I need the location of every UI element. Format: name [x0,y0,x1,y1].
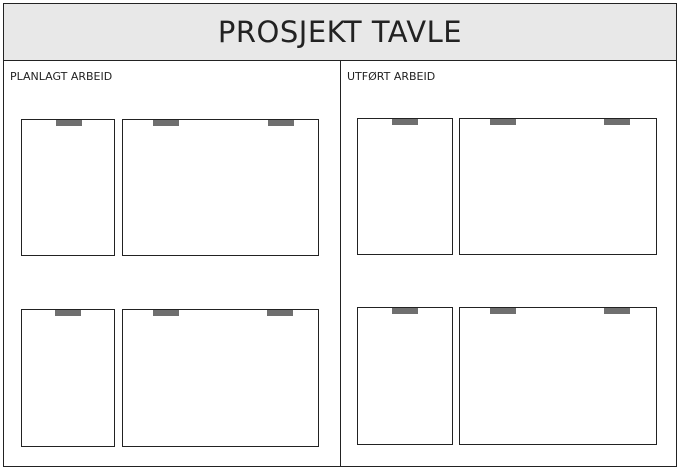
card-clip [153,310,179,316]
planned-card-small-top [21,119,115,256]
board-title: PROSJEKT TAVLE [217,15,463,49]
card-clip [604,119,630,125]
done-card-small-bottom [357,307,453,445]
done-card-wide-top [459,118,657,255]
done-card-wide-bottom [459,307,657,445]
card-clip [490,308,516,314]
column-label-done: UTFØRT ARBEID [347,70,436,83]
column-label-planned: PLANLAGT ARBEID [10,70,113,83]
column-divider [340,61,341,466]
card-clip [604,308,630,314]
card-clip [392,119,418,125]
card-clip [267,310,293,316]
planned-card-small-bottom [21,309,115,447]
planned-card-wide-bottom [122,309,319,447]
card-clip [56,120,82,126]
title-bar: PROSJEKT TAVLE [4,4,676,61]
card-clip [268,120,294,126]
card-clip [55,310,81,316]
done-card-small-top [357,118,453,255]
card-clip [153,120,179,126]
planned-card-wide-top [122,119,319,256]
project-board: PROSJEKT TAVLE PLANLAGT ARBEID UTFØRT AR… [3,3,677,467]
card-clip [490,119,516,125]
card-clip [392,308,418,314]
